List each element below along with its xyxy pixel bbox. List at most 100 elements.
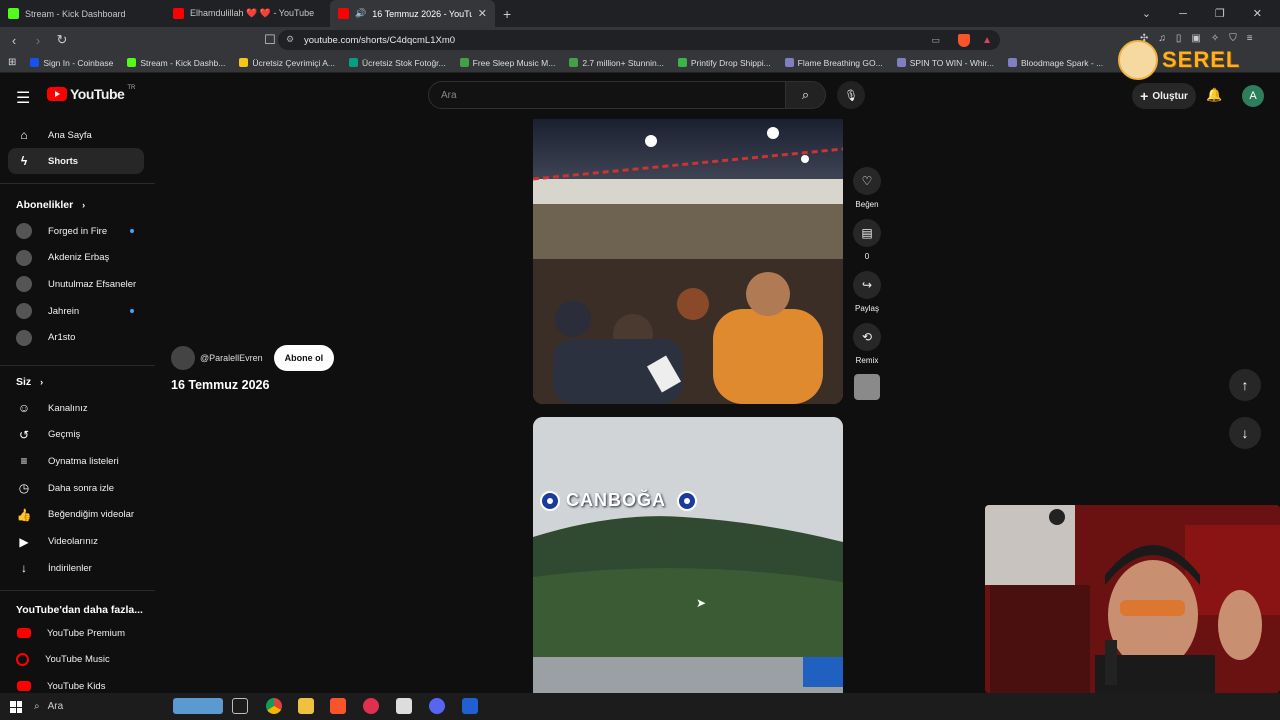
sidebar-you-item[interactable]: ≡ Oynatma listeleri [8, 448, 144, 474]
you-heading[interactable]: Siz › [16, 376, 43, 388]
brave-icon[interactable] [330, 698, 346, 714]
heading-text: Abonelikler [16, 199, 74, 211]
window-controls: ⌄ ─ ❐ ✕ [1142, 0, 1280, 27]
cast-icon[interactable]: ▭ [931, 35, 940, 46]
chrome-icon[interactable] [266, 698, 282, 714]
minimize-icon[interactable]: ─ [1179, 8, 1187, 20]
bookmark-label: Stream - Kick Dashb... [140, 57, 226, 68]
browser-tab[interactable]: Elhamdulillah ❤️ ❤️ - YouTube [165, 0, 330, 27]
sidebar-more-item[interactable]: YouTube Premium [8, 620, 144, 646]
sidebar-item-home[interactable]: ⌂ Ana Sayfa [8, 122, 144, 148]
chevron-down-icon[interactable]: ⌄ [1142, 7, 1151, 20]
sidebar-subscription-item[interactable]: Jahrein [8, 298, 144, 324]
bookmark-item[interactable]: Stream - Kick Dashb... [127, 58, 225, 68]
sidebar-item-label: Shorts [48, 155, 79, 167]
sidebar-more-item[interactable]: YouTube Music [8, 647, 144, 673]
close-tab-icon[interactable]: ✕ [478, 7, 487, 20]
previous-short-button[interactable]: ↑ [1229, 369, 1261, 401]
short-video-player[interactable] [533, 119, 843, 404]
youtube-header: ☰ YouTube TR Ara ⌕ 🎙 + Oluştur 🔔 A [0, 74, 1280, 118]
sidebar-item-label: Unutulmaz Efsaneler [48, 278, 137, 290]
bookmark-icon[interactable]: ☐ [260, 32, 280, 48]
channel-avatar[interactable] [171, 346, 195, 370]
subscriptions-heading[interactable]: Abonelikler › [16, 199, 85, 211]
video-frame-mountain [533, 417, 843, 693]
taskbar-search[interactable]: ⌕ Ara [34, 693, 63, 720]
sound-thumbnail[interactable] [854, 374, 880, 400]
next-short-button[interactable]: ↓ [1229, 417, 1261, 449]
share-action[interactable]: ↪ Paylaş [852, 271, 882, 313]
obs-icon[interactable] [396, 698, 412, 714]
youtube-premium-icon [17, 628, 31, 638]
sidebar-subscription-item[interactable]: Forged in Fire [8, 218, 144, 244]
heart-icon: ♡ [853, 167, 881, 195]
bookmark-item[interactable]: Printify Drop Shippi... [677, 58, 771, 68]
notifications-bell-icon[interactable]: 🔔 [1206, 87, 1222, 103]
remix-action[interactable]: ⟲ Remix [852, 323, 882, 365]
search-button[interactable]: ⌕ [786, 81, 826, 109]
forward-icon[interactable]: › [28, 33, 48, 48]
apps-icon[interactable]: ⊞ [8, 57, 16, 68]
create-button[interactable]: + Oluştur [1132, 83, 1196, 109]
kick-icon [8, 8, 19, 19]
bookmark-item[interactable]: Free Sleep Music M... [459, 57, 556, 68]
browser-tab-active[interactable]: 🔊 16 Temmuz 2026 - YouTube ✕ [330, 0, 495, 27]
task-view-icon[interactable] [232, 698, 248, 714]
brave-rewards-icon[interactable]: ▲ [982, 35, 992, 46]
windows-start-icon[interactable] [10, 701, 22, 713]
file-explorer-icon[interactable] [298, 698, 314, 714]
next-short-video[interactable]: CANBOĞA [533, 417, 843, 693]
bookmark-label: Free Sleep Music M... [472, 57, 556, 68]
speaker-icon: 🔊 [355, 8, 367, 18]
sidebar-subscription-item[interactable]: Unutulmaz Efsaneler [8, 271, 144, 297]
bookmark-item[interactable]: 2.7 million+ Stunnin... [569, 58, 664, 68]
sidebar-you-item[interactable]: ▶ Videolarınız [8, 529, 144, 555]
discord-icon[interactable] [429, 698, 445, 714]
media-player-icon[interactable] [363, 698, 379, 714]
channel-handle[interactable]: @ParalellEvren [200, 353, 263, 363]
reload-icon[interactable]: ↻ [52, 32, 72, 48]
bookmark-item[interactable]: Ücretsiz Stok Fotoğr... [349, 58, 446, 68]
sidebar-item-shorts[interactable]: ϟ Shorts [8, 148, 144, 174]
back-icon[interactable]: ‹ [4, 33, 24, 48]
browser-tab[interactable]: Stream - Kick Dashboard [0, 0, 165, 27]
bookmark-item[interactable]: Bloodmage Spark - ... [1007, 57, 1104, 68]
new-tab-icon[interactable]: + [503, 6, 511, 22]
shorts-icon: ϟ [20, 154, 28, 168]
sidebar-you-item[interactable]: ↓ İndirilenler [8, 555, 144, 581]
hamburger-menu-icon[interactable]: ☰ [16, 88, 30, 108]
bookmark-favicon-icon [569, 58, 579, 67]
bookmark-item[interactable]: SPIN TO WIN - Whir... [896, 58, 994, 68]
bookmark-item[interactable]: Sign In - Coinbase [30, 58, 113, 68]
channel-avatar [16, 276, 32, 293]
site-info-icon[interactable]: ⚙ [286, 34, 294, 45]
chevron-right-icon: › [82, 200, 86, 210]
subscribe-button[interactable]: Abone ol [273, 345, 335, 371]
search-input[interactable]: Ara [428, 81, 786, 109]
sidebar-you-item[interactable]: 👍 Beğendiğim videolar [8, 502, 144, 528]
weather-widget-icon[interactable] [173, 698, 223, 714]
sidebar-subscription-item[interactable]: Ar1sto [8, 325, 144, 351]
comment-action[interactable]: ▤ 0 [852, 219, 882, 261]
bookmark-label: Bloodmage Spark - ... [1020, 57, 1104, 68]
sidebar-subscription-item[interactable]: Akdeniz Erbaş [8, 245, 144, 271]
account-avatar[interactable]: A [1242, 85, 1264, 107]
restore-icon[interactable]: ❐ [1215, 7, 1225, 20]
sidebar-you-item[interactable]: ↺ Geçmiş [8, 422, 144, 448]
youtube-logo[interactable]: YouTube TR [47, 85, 135, 102]
close-window-icon[interactable]: ✕ [1253, 7, 1262, 20]
cat-mascot-icon [1118, 40, 1158, 80]
app-icon[interactable] [462, 698, 478, 714]
sidebar-item-label: Beğendiğim videolar [48, 509, 135, 521]
bookmark-item[interactable]: Flame Breathing GO... [784, 58, 883, 68]
url-field[interactable]: ⚙ youtube.com/shorts/C4dqcmL1Xm0 ▭ ▲ [278, 30, 1000, 50]
like-action[interactable]: ♡ Beğen [852, 167, 882, 209]
voice-search-button[interactable]: 🎙 [837, 81, 865, 109]
menu-icon[interactable]: ≡ [1247, 33, 1253, 44]
share-label: Paylaş [854, 304, 879, 313]
brave-shield-icon[interactable] [958, 33, 970, 47]
sidebar-you-item[interactable]: ◷ Daha sonra izle [8, 475, 144, 501]
sidebar-you-item[interactable]: ☺ Kanalınız [8, 395, 144, 421]
tab-title: Elhamdulillah ❤️ ❤️ - YouTube [190, 8, 315, 18]
bookmark-item[interactable]: Ücretsiz Çevrimiçi A... [239, 58, 335, 68]
